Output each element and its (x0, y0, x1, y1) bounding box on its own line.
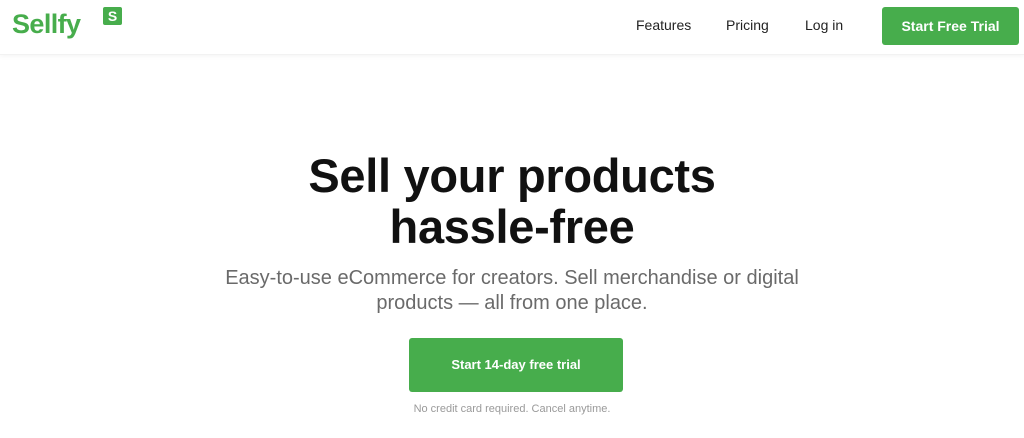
landing-page: Sellfy S Features Pricing Log in Start F… (0, 0, 1024, 438)
hero-title-line-1: Sell your products (308, 149, 716, 202)
hero-subtitle: Easy-to-use eCommerce for creators. Sell… (162, 266, 862, 316)
hero-subtitle-line-1: Easy-to-use eCommerce for creators. Sell… (225, 267, 799, 289)
nav-features-link[interactable]: Features (636, 17, 691, 33)
logo-wordmark: Sellfy (12, 9, 81, 39)
hero-title: Sell your products hassle-free (212, 150, 812, 252)
site-header: Sellfy S Features Pricing Log in Start F… (0, 0, 1024, 55)
logo-badge-icon: S (103, 7, 122, 25)
no-credit-card-note: No credit card required. Cancel anytime. (413, 403, 611, 415)
hero-title-line-2: hassle-free (389, 200, 635, 253)
start-free-trial-button[interactable]: Start Free Trial (882, 7, 1019, 45)
nav-login-link[interactable]: Log in (805, 17, 843, 33)
hero-subtitle-line-2: products — all from one place. (376, 292, 648, 314)
start-14-day-trial-button[interactable]: Start 14-day free trial (409, 338, 623, 392)
nav-pricing-link[interactable]: Pricing (726, 17, 769, 33)
